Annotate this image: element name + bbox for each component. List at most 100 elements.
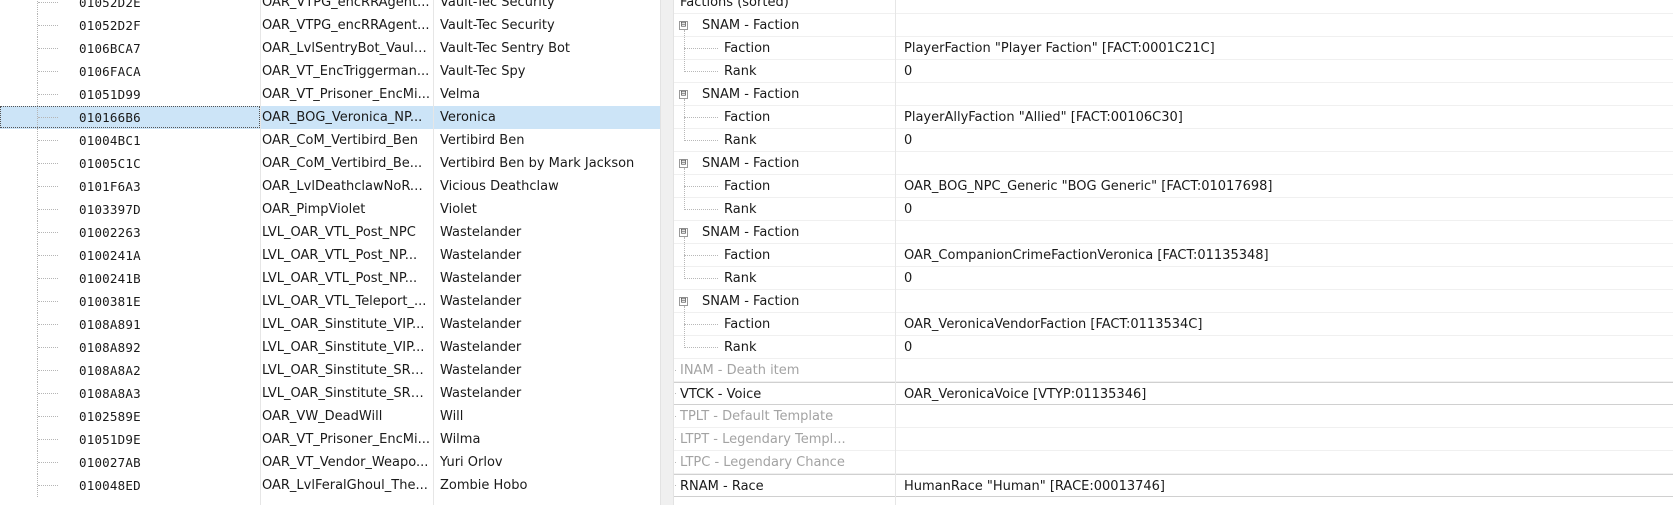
editor-id-text: OAR_PimpViolet [262, 202, 366, 217]
record-row[interactable]: 0100241A LVL_OAR_VTL_Post_NP... Wastelande… [0, 244, 660, 267]
name-cell: Wastelander [433, 336, 660, 359]
factions-node[interactable]: ⊟Factions (sorted) [674, 0, 1673, 14]
faction-field[interactable]: Faction PlayerAllyFaction "Allied" [FACT:… [674, 106, 1673, 129]
collapse-icon[interactable]: ⊟ [679, 159, 688, 168]
tree-connector [684, 255, 718, 256]
field-label: RNAM - Race [680, 479, 764, 494]
editor-id-text: LVL_OAR_VTL_Post_NP... [262, 248, 418, 263]
field-label: LTPC - Legendary Chance [680, 455, 845, 470]
collapse-icon[interactable]: ⊟ [679, 228, 688, 237]
field-label: SNAM - Faction [702, 294, 800, 309]
field-value: PlayerAllyFaction "Allied" [FACT:00106C3… [895, 106, 1664, 129]
editor-id-cell: OAR_PimpViolet [260, 198, 430, 221]
snam-faction-node[interactable]: ⊟ SNAM - Faction [674, 83, 1673, 106]
empty-field-row[interactable]: LTPC - Legendary Chance [674, 451, 1673, 474]
name-cell: Wastelander [433, 221, 660, 244]
form-id-cell: 010166B6 [79, 110, 141, 125]
editor-id-text: LVL_OAR_VTL_Teleport_... [262, 294, 427, 309]
record-row[interactable]: 0103397D OAR_PimpViolet Violet [0, 198, 660, 221]
form-id-cell: 01052D2F [79, 18, 141, 33]
editor-id-text: OAR_VTPG_encRRAgent... [262, 0, 430, 10]
name-cell: Vertibird Ben by Mark Jackson [433, 152, 660, 175]
record-row[interactable]: 0108A8A2 LVL_OAR_Sinstitute_SRB... Wastela… [0, 359, 660, 382]
record-row[interactable]: 01052D2E OAR_VTPG_encRRAgent... Vault-Tec … [0, 0, 660, 14]
record-row[interactable]: 0102589E OAR_VW_DeadWill Will [0, 405, 660, 428]
record-row[interactable]: 0106BCA7 OAR_LvlSentryBot_Vault... Vault-T… [0, 37, 660, 60]
field-row[interactable]: VTCK - Voice OAR_VeronicaVoice [VTYP:0113… [674, 382, 1673, 406]
snam-faction-node[interactable]: ⊟ SNAM - Faction [674, 14, 1673, 37]
field-label: Rank [724, 271, 757, 286]
record-row[interactable]: 0108A8A3 LVL_OAR_Sinstitute_SRB... Wastela… [0, 382, 660, 405]
record-row[interactable]: 0100241B LVL_OAR_VTL_Post_NP... Wastelande… [0, 267, 660, 290]
record-row[interactable]: 01005C1C OAR_CoM_Vertibird_Be... Vertibird… [0, 152, 660, 175]
editor-id-text: OAR_LvlSentryBot_Vault... [262, 41, 430, 56]
faction-field[interactable]: Faction OAR_VeronicaVendorFaction [FACT:0… [674, 313, 1673, 336]
rank-field[interactable]: Rank 0 [674, 60, 1673, 83]
editor-id-cell: LVL_OAR_VTL_Post_NPC [260, 221, 430, 244]
name-cell: Vault-Tec Security [433, 0, 660, 14]
record-row[interactable]: 0101F6A3 OAR_LvlDeathclawNoRe... Vicious D… [0, 175, 660, 198]
field-value: 0 [895, 60, 1664, 83]
empty-field-row[interactable]: TPLT - Default Template [674, 405, 1673, 428]
record-list[interactable]: 01052D2E OAR_VTPG_encRRAgent... Vault-Tec … [0, 0, 660, 505]
field-label: Faction [724, 248, 771, 263]
editor-id-text: OAR_VT_Prisoner_EncMi... [262, 87, 430, 102]
rank-field[interactable]: Rank 0 [674, 198, 1673, 221]
field-label: Rank [724, 133, 757, 148]
editor-id-text: OAR_CoM_Vertibird_Ben [262, 133, 418, 148]
collapse-icon[interactable]: ⊟ [679, 297, 688, 306]
record-row[interactable]: 01051D99 OAR_VT_Prisoner_EncMi... Velma [0, 83, 660, 106]
column-divider [260, 0, 261, 505]
editor-id-cell: OAR_VTPG_encRRAgent... [260, 0, 430, 14]
record-row[interactable]: 0108A892 LVL_OAR_Sinstitute_VIP... Wastela… [0, 336, 660, 359]
field-value [895, 428, 1664, 451]
name-cell: Wastelander [433, 382, 660, 405]
rank-field[interactable]: Rank 0 [674, 336, 1673, 359]
record-row[interactable]: 0106FACA OAR_VT_EncTriggerman... Vault-Tec… [0, 60, 660, 83]
tree-connector [37, 221, 61, 244]
snam-faction-node[interactable]: ⊟ SNAM - Faction [674, 290, 1673, 313]
faction-field[interactable]: Faction OAR_BOG_NPC_Generic "BOG Generic"… [674, 175, 1673, 198]
tree-connector [37, 0, 61, 14]
tree-connector [674, 416, 676, 417]
field-value [895, 14, 1664, 37]
record-row[interactable]: 0100381E LVL_OAR_VTL_Teleport_... Wastelan… [0, 290, 660, 313]
empty-field-row[interactable]: INAM - Death item [674, 359, 1673, 382]
field-label: Factions (sorted) [680, 0, 789, 10]
name-cell: Wastelander [433, 244, 660, 267]
record-row[interactable]: 010166B6 OAR_BOG_Veronica_NP... Veronica [0, 106, 660, 129]
rank-field[interactable]: Rank 0 [674, 267, 1673, 290]
record-row[interactable]: 01052D2F OAR_VTPG_encRRAgent... Vault-Tec … [0, 14, 660, 37]
form-id-cell: 0103397D [79, 202, 141, 217]
form-id-cell: 0106BCA7 [79, 41, 141, 56]
record-row[interactable]: 01051D9E OAR_VT_Prisoner_EncMi... Wilma [0, 428, 660, 451]
record-row[interactable]: 0108A891 LVL_OAR_Sinstitute_VIP... Wastela… [0, 313, 660, 336]
editor-id-cell: LVL_OAR_Sinstitute_SRB... [260, 382, 430, 405]
field-value: PlayerFaction "Player Faction" [FACT:000… [895, 37, 1664, 60]
field-value: 0 [895, 267, 1664, 290]
faction-field[interactable]: Faction PlayerFaction "Player Faction" [F… [674, 37, 1673, 60]
form-id-cell: 0108A891 [79, 317, 141, 332]
snam-faction-node[interactable]: ⊟ SNAM - Faction [674, 152, 1673, 175]
record-row[interactable]: 010027AB OAR_VT_Vendor_Weapo... Yuri Orlov [0, 451, 660, 474]
snam-faction-node[interactable]: ⊟ SNAM - Faction [674, 221, 1673, 244]
field-label: Faction [724, 41, 771, 56]
name-cell: Velma [433, 83, 660, 106]
field-label: VTCK - Voice [680, 387, 762, 402]
field-value [895, 359, 1664, 382]
empty-field-row[interactable]: LTPT - Legendary Templ... [674, 428, 1673, 451]
collapse-icon[interactable]: ⊟ [679, 21, 688, 30]
field-row[interactable]: RNAM - Race HumanRace "Human" [RACE:00013… [674, 474, 1673, 498]
name-cell: Wastelander [433, 359, 660, 382]
field-label: Faction [724, 110, 771, 125]
record-row[interactable]: 010048ED OAR_LvlFeralGhoul_The... Zombie H… [0, 474, 660, 497]
record-row[interactable]: 01002263 LVL_OAR_VTL_Post_NPC Wastelander [0, 221, 660, 244]
collapse-icon[interactable]: ⊟ [679, 90, 688, 99]
record-details-tree[interactable]: ⊟Factions (sorted)⊟SNAM - FactionFaction… [674, 0, 1673, 505]
pane-splitter[interactable] [660, 0, 674, 505]
record-row[interactable]: 01004BC1 OAR_CoM_Vertibird_Ben Vertibird B… [0, 129, 660, 152]
field-label: Rank [724, 340, 757, 355]
tree-connector [684, 237, 685, 279]
faction-field[interactable]: Faction OAR_CompanionCrimeFactionVeronica… [674, 244, 1673, 267]
rank-field[interactable]: Rank 0 [674, 129, 1673, 152]
